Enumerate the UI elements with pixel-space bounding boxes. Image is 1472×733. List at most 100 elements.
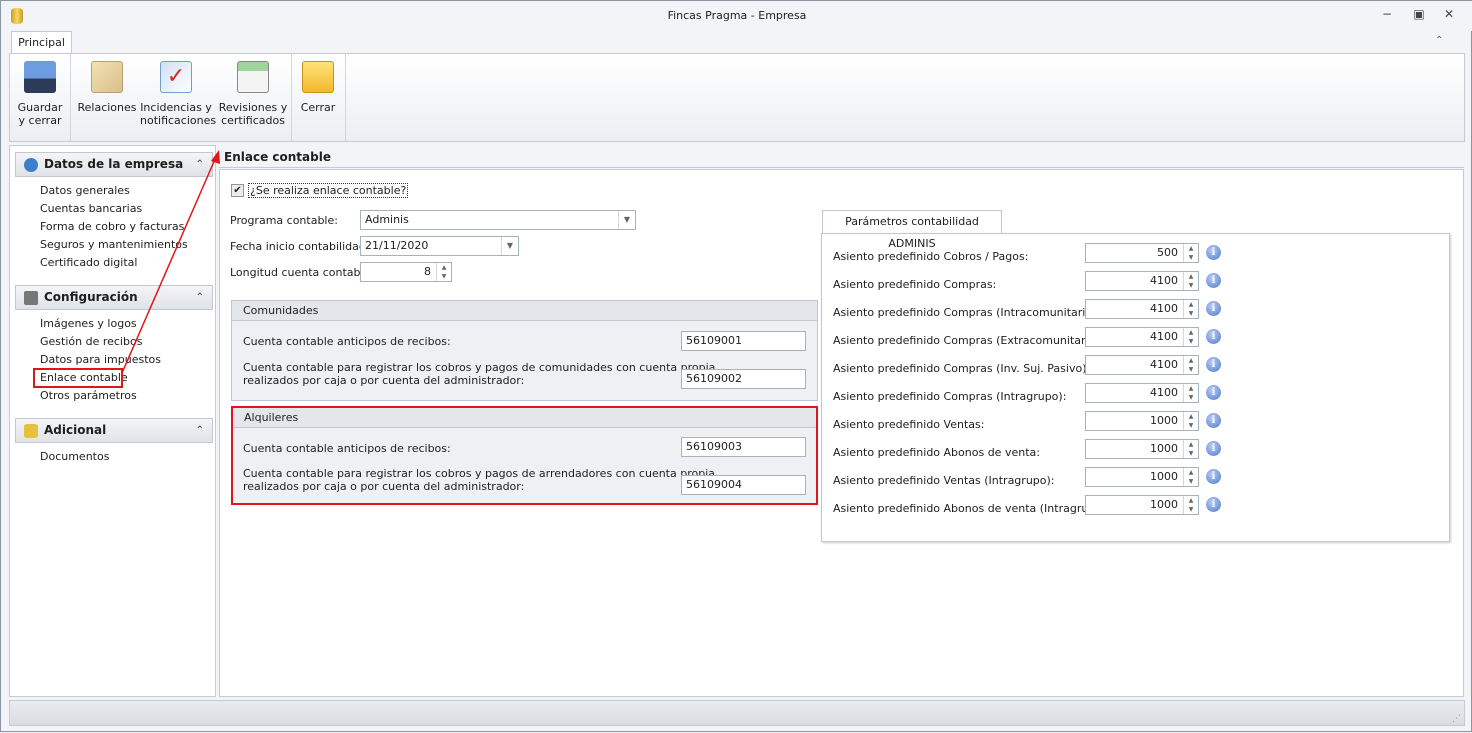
group-title: Alquileres — [233, 408, 816, 428]
group-title: Configuración — [44, 290, 138, 304]
relaciones-button[interactable]: Relaciones — [76, 58, 138, 138]
button-label: Revisiones y — [218, 101, 288, 114]
contacts-icon — [91, 61, 123, 93]
minimize-button[interactable]: − — [1377, 7, 1397, 25]
spin-arrows-icon[interactable]: ▲ ▼ — [1183, 300, 1198, 318]
param-stepper[interactable]: 1000 ▲ ▼ — [1085, 411, 1199, 431]
sidebar-item-imagenes[interactable]: Imágenes y logos — [40, 317, 137, 333]
info-icon[interactable]: i — [1206, 385, 1221, 400]
save-close-button[interactable]: Guardar y cerrar — [12, 58, 68, 138]
chevron-up-icon[interactable]: ⌃ — [196, 419, 204, 442]
param-stepper[interactable]: 1000 ▲ ▼ — [1085, 495, 1199, 515]
sidebar-item-seguros[interactable]: Seguros y mantenimientos — [40, 238, 188, 254]
app-window: Fincas Pragma - Empresa − ▣ ✕ Principal … — [0, 0, 1472, 732]
fecha-date-picker[interactable]: 21/11/2020 ▼ — [360, 236, 519, 256]
longitud-stepper[interactable]: 8 ▲ ▼ — [360, 262, 452, 282]
sidebar-item-otros[interactable]: Otros parámetros — [40, 389, 137, 405]
enlace-checkbox[interactable]: ✔ — [231, 184, 244, 197]
save-icon — [24, 61, 56, 93]
alquileres-group: Alquileres Cuenta contable anticipos de … — [231, 406, 818, 505]
group-header-datos-empresa[interactable]: Datos de la empresa ⌃ — [15, 152, 213, 177]
cerrar-button[interactable]: Cerrar — [296, 58, 340, 138]
revisiones-button[interactable]: Revisiones y certificados — [215, 58, 291, 138]
longitud-value: 8 — [424, 265, 431, 278]
param-stepper[interactable]: 4100 ▲ ▼ — [1085, 327, 1199, 347]
tab-parametros-adminis[interactable]: Parámetros contabilidad ADMINIS — [822, 210, 1002, 250]
param-stepper[interactable]: 1000 ▲ ▼ — [1085, 467, 1199, 487]
database-icon — [24, 424, 38, 438]
sidebar-item-forma-cobro[interactable]: Forma de cobro y facturas — [40, 220, 184, 236]
param-stepper[interactable]: 4100 ▲ ▼ — [1085, 383, 1199, 403]
spin-arrows-icon[interactable]: ▲ ▼ — [1183, 328, 1198, 346]
resize-grip-icon[interactable]: ⋰ — [1452, 714, 1461, 724]
sidebar-item-datos-generales[interactable]: Datos generales — [40, 184, 130, 200]
close-folder-icon — [302, 61, 334, 93]
spin-arrows-icon[interactable]: ▲ ▼ — [1183, 384, 1198, 402]
chevron-up-icon[interactable]: ⌃ — [196, 153, 204, 176]
sidebar-item-impuestos[interactable]: Datos para impuestos — [40, 353, 161, 369]
chevron-down-icon[interactable]: ▼ — [501, 237, 518, 255]
alquileres-anticipos-input[interactable]: 56109003 — [681, 437, 806, 457]
param-stepper[interactable]: 4100 ▲ ▼ — [1085, 299, 1199, 319]
info-icon[interactable]: i — [1206, 441, 1221, 456]
spin-arrows-icon[interactable]: ▲ ▼ — [1183, 244, 1198, 262]
sidebar-item-documentos[interactable]: Documentos — [40, 450, 109, 466]
chevron-down-icon[interactable]: ▼ — [618, 211, 635, 229]
group-header-configuracion[interactable]: Configuración ⌃ — [15, 285, 213, 310]
info-icon[interactable]: i — [1206, 413, 1221, 428]
sidebar-item-certificado[interactable]: Certificado digital — [40, 256, 137, 272]
info-icon[interactable]: i — [1206, 301, 1221, 316]
button-label: Incidencias y — [140, 101, 212, 114]
group-title: Comunidades — [232, 301, 817, 321]
fecha-value: 21/11/2020 — [365, 239, 429, 252]
param-stepper[interactable]: 1000 ▲ ▼ — [1085, 439, 1199, 459]
chevron-up-icon[interactable]: ⌃ — [196, 286, 204, 309]
separator — [345, 54, 346, 141]
close-button[interactable]: ✕ — [1439, 7, 1459, 25]
info-icon[interactable]: i — [1206, 245, 1221, 260]
separator — [70, 54, 71, 141]
spin-arrows-icon[interactable]: ▲ ▼ — [1183, 440, 1198, 458]
comunidades-group: Comunidades Cuenta contable anticipos de… — [231, 300, 818, 401]
comunidades-anticipos-input[interactable]: 56109001 — [681, 331, 806, 351]
info-icon[interactable]: i — [1206, 329, 1221, 344]
restore-button[interactable]: ▣ — [1409, 7, 1429, 25]
info-icon[interactable]: i — [1206, 469, 1221, 484]
spin-arrows-icon[interactable]: ▲ ▼ — [436, 263, 451, 281]
param-stepper[interactable]: 500 ▲ ▼ — [1085, 243, 1199, 263]
alquileres-caja-input[interactable]: 56109004 — [681, 475, 806, 495]
param-value: 1000 — [1150, 470, 1178, 483]
incidencias-button[interactable]: ✓ Incidencias y notificaciones — [140, 58, 216, 138]
programa-select[interactable]: Adminis ▼ — [360, 210, 636, 230]
param-label: Asiento predefinido Compras: — [833, 278, 997, 291]
param-value: 1000 — [1150, 498, 1178, 511]
param-label: Asiento predefinido Ventas: — [833, 418, 985, 431]
programa-value: Adminis — [365, 213, 409, 226]
collapse-ribbon-button[interactable]: ⌃ — [1435, 35, 1443, 46]
spin-arrows-icon[interactable]: ▲ ▼ — [1183, 468, 1198, 486]
sidebar-item-recibos[interactable]: Gestión de recibos — [40, 335, 142, 351]
spin-arrows-icon[interactable]: ▲ ▼ — [1183, 412, 1198, 430]
group-header-adicional[interactable]: Adicional ⌃ — [15, 418, 213, 443]
spin-arrows-icon[interactable]: ▲ ▼ — [1183, 356, 1198, 374]
param-label: Asiento predefinido Compras (Inv. Suj. P… — [833, 362, 1091, 375]
param-stepper[interactable]: 4100 ▲ ▼ — [1085, 355, 1199, 375]
info-icon[interactable]: i — [1206, 273, 1221, 288]
spin-arrows-icon[interactable]: ▲ ▼ — [1183, 496, 1198, 514]
sidebar-item-cuentas-bancarias[interactable]: Cuentas bancarias — [40, 202, 142, 218]
param-stepper[interactable]: 4100 ▲ ▼ — [1085, 271, 1199, 291]
spin-arrows-icon[interactable]: ▲ ▼ — [1183, 272, 1198, 290]
tab-principal[interactable]: Principal — [11, 31, 72, 54]
param-label: Asiento predefinido Compras (Extracomuni… — [833, 334, 1110, 347]
info-icon[interactable]: i — [1206, 497, 1221, 512]
param-value: 4100 — [1150, 330, 1178, 343]
button-label: y cerrar — [18, 114, 62, 127]
comunidades-caja-input[interactable]: 56109002 — [681, 369, 806, 389]
button-label: Relaciones — [77, 101, 137, 114]
info-icon[interactable]: i — [1206, 357, 1221, 372]
button-label: certificados — [221, 114, 285, 127]
main-panel: ✔ ¿Se realiza enlace contable? Programa … — [219, 169, 1464, 697]
enlace-checkbox-label[interactable]: ¿Se realiza enlace contable? — [248, 183, 409, 198]
field-label: Cuenta contable para registrar los cobro… — [243, 467, 716, 480]
field-label: realizados por caja o por cuenta del adm… — [243, 374, 525, 387]
